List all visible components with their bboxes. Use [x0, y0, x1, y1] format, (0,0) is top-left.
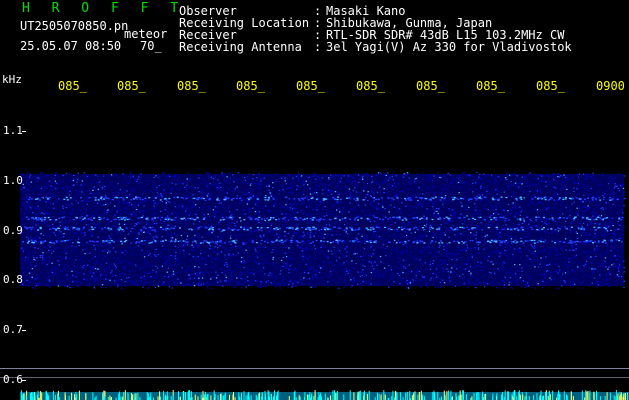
bottom-noise-strip [20, 390, 629, 400]
time-tick-label: 085_ [536, 79, 565, 93]
date-time: 25.05.07 08:50 [20, 39, 122, 53]
signal-band [20, 172, 626, 290]
info-colon: : [314, 40, 322, 54]
brand-title: H R O F F T [22, 1, 186, 16]
y-tick-label: 0.7 [3, 323, 23, 336]
time-tick-label: 085_ [476, 79, 505, 93]
time-tick-label: 0900 [596, 79, 625, 93]
time-tick-label: 085_ [296, 79, 325, 93]
y-tick-label: 0.6 [3, 373, 23, 386]
count-value: 70_ [140, 39, 162, 53]
time-tick-label: 085_ [416, 79, 445, 93]
lower-separator-line [0, 368, 629, 369]
spectrogram [0, 131, 629, 400]
time-tick-label: 085_ [236, 79, 265, 93]
time-tick-label: 085_ [356, 79, 385, 93]
lower-separator-line-2 [0, 377, 629, 378]
time-tick-label: 085_ [58, 79, 87, 93]
y-tick-label: 1.1 [3, 124, 23, 137]
info-value-antenna: 3el Yagi(V) Az 330 for Vladivostok [326, 40, 572, 54]
info-label-antenna: Receiving Antenna [179, 40, 302, 54]
y-tick-label: 0.8 [3, 273, 23, 286]
y-tick-label: 0.9 [3, 224, 23, 237]
file-name: UT2505070850.pn [20, 19, 129, 33]
y-tick-label: 1.0 [3, 174, 23, 187]
time-tick-label: 085_ [117, 79, 146, 93]
time-tick-label: 085_ [177, 79, 206, 93]
frequency-unit-label: kHz [2, 73, 22, 86]
